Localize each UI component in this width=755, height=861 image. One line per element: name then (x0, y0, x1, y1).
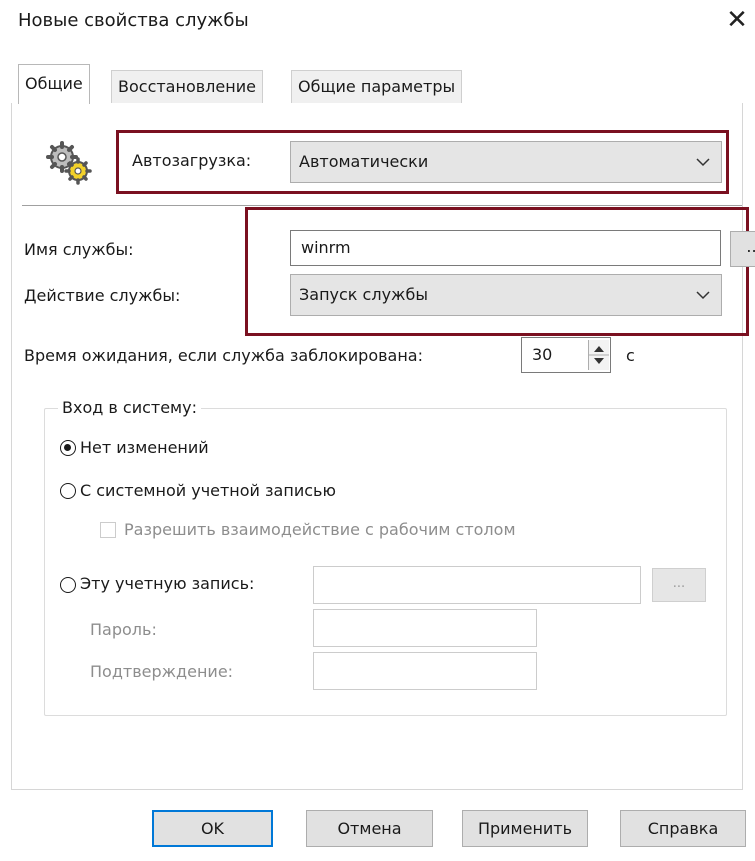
radio-this-account[interactable] (60, 577, 76, 593)
help-button[interactable]: Справка (620, 810, 746, 847)
radio-system-account[interactable] (60, 483, 76, 499)
no-change-label: Нет изменений (80, 438, 209, 457)
timeout-spinner[interactable] (588, 340, 609, 370)
startup-label: Автозагрузка: (132, 151, 252, 170)
service-name-input[interactable]: winrm (290, 230, 721, 266)
window-title: Новые свойства службы (18, 10, 249, 31)
chevron-down-icon (696, 158, 710, 167)
cancel-button[interactable]: Отмена (306, 810, 433, 847)
timeout-unit: с (626, 346, 635, 365)
password-input[interactable] (313, 609, 537, 647)
service-name-label: Имя службы: (24, 240, 134, 259)
confirm-password-input[interactable] (313, 652, 537, 690)
confirm-label: Подтверждение: (90, 662, 234, 681)
spinner-arrows-icon[interactable] (589, 340, 609, 370)
highlight-service (245, 207, 749, 336)
service-action-label: Действие службы: (24, 286, 181, 305)
service-browse-button[interactable]: ... (730, 231, 755, 267)
this-account-label: Эту учетную запись: (80, 574, 255, 593)
apply-button[interactable]: Применить (462, 810, 588, 847)
desktop-interact-label: Разрешить взаимодействие с рабочим столо… (124, 520, 516, 539)
desktop-interact-checkbox[interactable] (100, 522, 116, 538)
chevron-down-icon (696, 291, 710, 300)
tab-general[interactable]: Общие (18, 64, 90, 104)
service-action-value: Запуск службы (299, 285, 428, 304)
logon-group-title: Вход в систему: (58, 398, 201, 417)
password-label: Пароль: (90, 620, 157, 639)
section-divider (22, 205, 742, 206)
tab-common-params[interactable]: Общие параметры (291, 70, 463, 103)
radio-no-change[interactable] (60, 440, 76, 456)
service-action-select[interactable]: Запуск службы (290, 274, 722, 316)
system-account-label: С системной учетной записью (80, 481, 336, 500)
timeout-label: Время ожидания, если служба заблокирован… (24, 346, 423, 365)
timeout-value: 30 (532, 345, 553, 364)
startup-type-select[interactable]: Автоматически (290, 141, 722, 183)
startup-type-value: Автоматически (299, 152, 429, 171)
account-input[interactable] (313, 566, 641, 604)
tab-recovery[interactable]: Восстановление (111, 70, 263, 103)
ok-button[interactable]: OK (152, 810, 273, 847)
close-icon[interactable]: ✕ (722, 4, 752, 36)
gears-icon (46, 141, 92, 185)
account-browse-button[interactable]: ... (652, 568, 706, 602)
